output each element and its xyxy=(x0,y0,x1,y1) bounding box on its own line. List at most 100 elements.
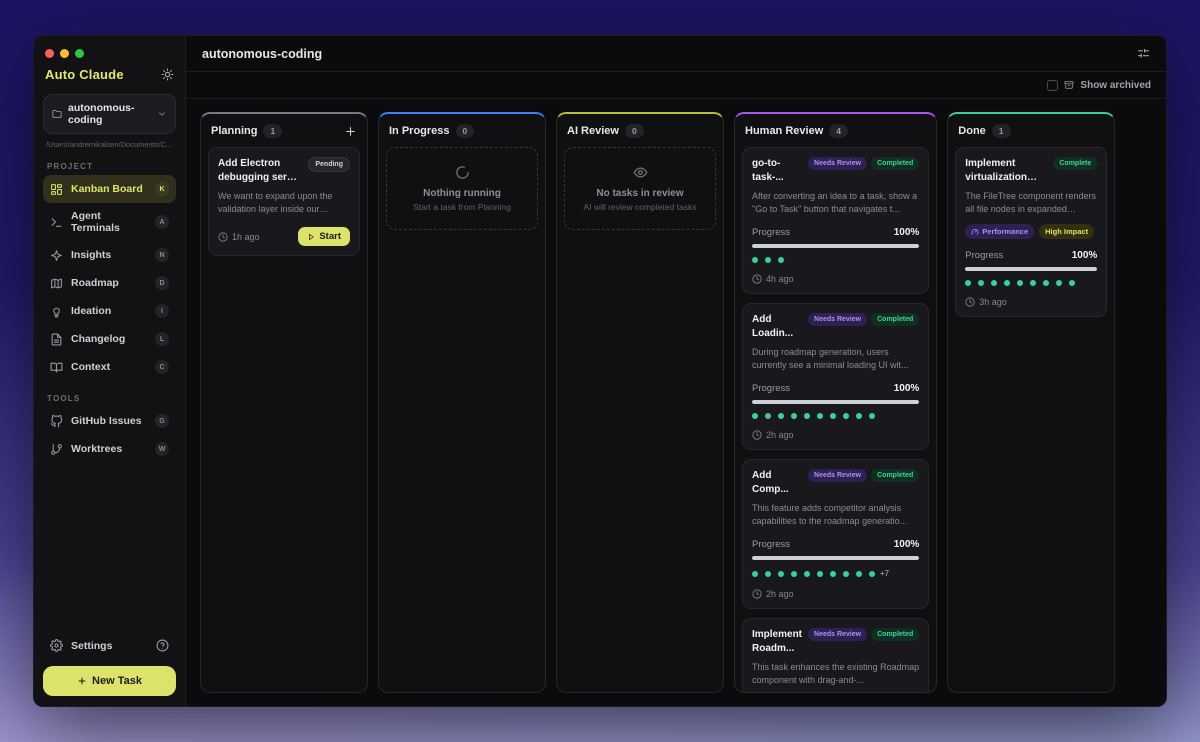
sidebar-item-github-issues[interactable]: GitHub Issues G xyxy=(43,407,176,435)
task-description: We want to expand upon the validation la… xyxy=(218,190,350,216)
theme-toggle-button[interactable] xyxy=(161,68,174,81)
show-archived-label: Show archived xyxy=(1080,80,1151,91)
chevron-down-icon xyxy=(157,109,167,119)
column-human-review: Human Review 4 go-to-task-... Needs Revi… xyxy=(734,112,937,693)
map-icon xyxy=(50,277,63,290)
lightbulb-icon xyxy=(50,305,63,318)
progress-bar xyxy=(752,244,919,248)
task-card[interactable]: Implement virtualization for... Complete… xyxy=(955,147,1107,317)
git-branch-icon xyxy=(50,443,63,456)
needs-review-badge: Needs Review xyxy=(808,469,867,482)
column-count-badge: 0 xyxy=(625,124,644,138)
empty-state: Nothing running Start a task from Planni… xyxy=(386,147,538,230)
gear-icon xyxy=(50,639,63,652)
question-icon xyxy=(156,639,169,652)
sidebar-item-context[interactable]: Context C xyxy=(43,353,176,381)
book-open-icon xyxy=(50,361,63,374)
sidebar-item-roadmap[interactable]: Roadmap D xyxy=(43,269,176,297)
start-button[interactable]: Start xyxy=(298,227,350,246)
app-title: Auto Claude xyxy=(45,67,124,82)
maximize-window-button[interactable] xyxy=(75,49,84,58)
project-selector-value: autonomous-coding xyxy=(68,102,151,126)
task-card[interactable]: Add Loadin... Needs Review Completed Dur… xyxy=(742,303,929,450)
shortcut-badge: K xyxy=(155,182,169,196)
sidebar-item-kanban-board[interactable]: Kanban Board K xyxy=(43,175,176,203)
clock-icon xyxy=(752,589,762,599)
sidebar-item-insights[interactable]: Insights N xyxy=(43,241,176,269)
shortcut-badge: D xyxy=(155,276,169,290)
minimize-window-button[interactable] xyxy=(60,49,69,58)
add-task-button[interactable] xyxy=(344,125,357,138)
close-window-button[interactable] xyxy=(45,49,54,58)
sidebar-item-label: Ideation xyxy=(71,305,111,317)
column-title: Done xyxy=(958,125,986,137)
task-description: During roadmap generation, users current… xyxy=(752,346,919,372)
task-card[interactable]: Add Electron debugging server wit... Pen… xyxy=(208,147,360,256)
shortcut-badge: N xyxy=(155,248,169,262)
column-count-badge: 0 xyxy=(456,124,475,138)
complete-badge: Complete xyxy=(1053,157,1097,170)
task-title: Implement Roadm... xyxy=(752,628,802,656)
empty-state-title: Nothing running xyxy=(423,188,501,199)
task-time: 3h ago xyxy=(965,297,1007,307)
progress-label: Progress xyxy=(752,227,790,238)
task-card[interactable]: Implement Roadm... Needs Review Complete… xyxy=(742,618,929,692)
performance-tag: Performance xyxy=(965,224,1034,239)
empty-state-subtitle: Start a task from Planning xyxy=(413,202,511,212)
help-button[interactable] xyxy=(156,639,169,652)
task-card[interactable]: go-to-task-... Needs Review Completed Af… xyxy=(742,147,929,294)
shortcut-badge: L xyxy=(155,332,169,346)
shortcut-badge: C xyxy=(155,360,169,374)
completed-badge: Completed xyxy=(871,157,919,170)
folder-icon xyxy=(52,109,62,119)
progress-value: 100% xyxy=(1072,250,1098,261)
clock-icon xyxy=(752,430,762,440)
eye-icon xyxy=(633,165,648,180)
task-time: 4h ago xyxy=(752,274,794,284)
needs-review-badge: Needs Review xyxy=(808,157,867,170)
column-title: Human Review xyxy=(745,125,823,137)
settings-row[interactable]: Settings xyxy=(43,631,176,660)
new-task-button[interactable]: New Task xyxy=(43,666,176,696)
sidebar-item-label: Worktrees xyxy=(71,443,122,455)
task-time: 2h ago xyxy=(752,430,794,440)
sidebar-item-label: Agent Terminals xyxy=(71,210,147,234)
board-filter-button[interactable] xyxy=(1137,47,1150,60)
task-description: After converting an idea to a task, show… xyxy=(752,190,919,216)
archive-icon xyxy=(1064,80,1074,90)
clock-icon xyxy=(218,232,228,242)
github-icon xyxy=(50,415,63,428)
plus-icon xyxy=(344,125,357,138)
needs-review-badge: Needs Review xyxy=(808,628,867,641)
progress-value: 100% xyxy=(894,539,920,550)
plus-icon xyxy=(77,676,87,686)
column-planning: Planning 1 Add Electron debugging server… xyxy=(200,112,368,693)
empty-state-subtitle: AI will review completed tasks xyxy=(584,202,697,212)
main-header: autonomous-coding xyxy=(186,36,1166,72)
settings-label: Settings xyxy=(71,640,112,652)
show-archived-checkbox[interactable] xyxy=(1047,80,1058,91)
completed-badge: Completed xyxy=(871,628,919,641)
sidebar-item-worktrees[interactable]: Worktrees W xyxy=(43,435,176,463)
subtask-dots xyxy=(752,571,875,577)
sidebar-item-ideation[interactable]: Ideation I xyxy=(43,297,176,325)
progress-value: 100% xyxy=(894,383,920,394)
clock-icon xyxy=(752,274,762,284)
board-toolbar: Show archived xyxy=(186,72,1166,99)
shortcut-badge: I xyxy=(155,304,169,318)
sun-icon xyxy=(161,68,174,81)
sidebar-item-label: GitHub Issues xyxy=(71,415,142,427)
task-card[interactable]: Add Comp... Needs Review Completed This … xyxy=(742,459,929,609)
progress-value: 100% xyxy=(894,227,920,238)
high-impact-tag: High Impact xyxy=(1039,224,1094,239)
shortcut-badge: W xyxy=(155,442,169,456)
project-selector[interactable]: autonomous-coding xyxy=(43,94,176,134)
subtask-dots xyxy=(965,280,1075,286)
column-ai-review: AI Review 0 No tasks in review AI will r… xyxy=(556,112,724,693)
task-title: Add Electron debugging server wit... xyxy=(218,157,302,185)
column-title: AI Review xyxy=(567,125,619,137)
sidebar-item-changelog[interactable]: Changelog L xyxy=(43,325,176,353)
sidebar-item-agent-terminals[interactable]: Agent Terminals A xyxy=(43,203,176,241)
task-time: 1h ago xyxy=(218,232,260,242)
column-count-badge: 1 xyxy=(263,124,282,138)
